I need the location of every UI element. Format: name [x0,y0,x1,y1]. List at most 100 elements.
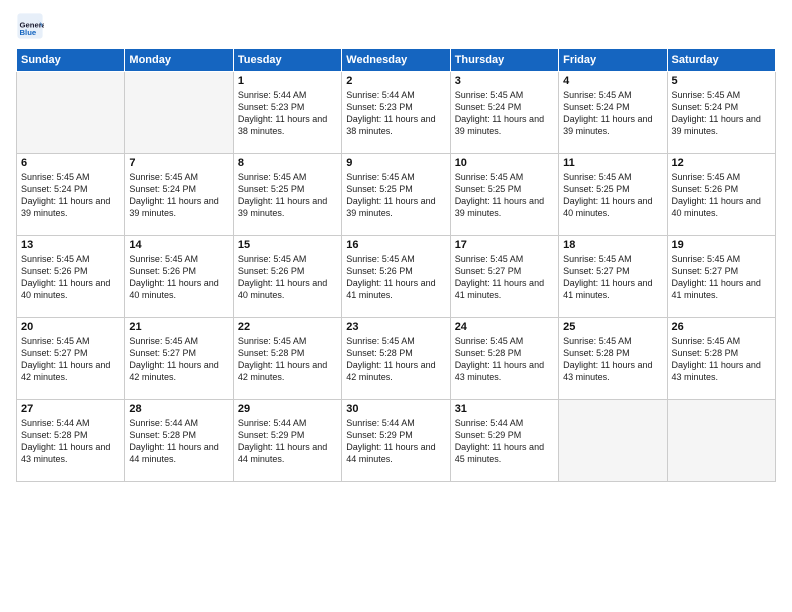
calendar-cell: 28 Sunrise: 5:44 AM Sunset: 5:28 PM Dayl… [125,400,233,482]
sunset-text: Sunset: 5:27 PM [21,347,120,359]
day-number: 6 [21,157,120,169]
sunrise-text: Sunrise: 5:45 AM [346,171,445,183]
calendar-cell: 7 Sunrise: 5:45 AM Sunset: 5:24 PM Dayli… [125,154,233,236]
daylight-text: Daylight: 11 hours and 44 minutes. [129,441,228,465]
daylight-text: Daylight: 11 hours and 40 minutes. [563,195,662,219]
daylight-text: Daylight: 11 hours and 38 minutes. [238,113,337,137]
daylight-text: Daylight: 11 hours and 39 minutes. [672,113,771,137]
calendar-cell: 25 Sunrise: 5:45 AM Sunset: 5:28 PM Dayl… [559,318,667,400]
sunrise-text: Sunrise: 5:45 AM [672,335,771,347]
sunrise-text: Sunrise: 5:45 AM [21,335,120,347]
logo: General Blue [16,12,48,40]
calendar-cell: 2 Sunrise: 5:44 AM Sunset: 5:23 PM Dayli… [342,72,450,154]
calendar-cell [559,400,667,482]
sunset-text: Sunset: 5:24 PM [21,183,120,195]
sunset-text: Sunset: 5:28 PM [672,347,771,359]
daylight-text: Daylight: 11 hours and 43 minutes. [563,359,662,383]
calendar-cell: 22 Sunrise: 5:45 AM Sunset: 5:28 PM Dayl… [233,318,341,400]
sunset-text: Sunset: 5:29 PM [346,429,445,441]
weekday-header-row: SundayMondayTuesdayWednesdayThursdayFrid… [17,49,776,72]
day-number: 16 [346,239,445,251]
calendar-cell: 8 Sunrise: 5:45 AM Sunset: 5:25 PM Dayli… [233,154,341,236]
calendar-cell: 10 Sunrise: 5:45 AM Sunset: 5:25 PM Dayl… [450,154,558,236]
sunset-text: Sunset: 5:25 PM [563,183,662,195]
sunset-text: Sunset: 5:27 PM [129,347,228,359]
day-number: 14 [129,239,228,251]
day-number: 25 [563,321,662,333]
calendar-cell: 27 Sunrise: 5:44 AM Sunset: 5:28 PM Dayl… [17,400,125,482]
sunset-text: Sunset: 5:24 PM [563,101,662,113]
sunset-text: Sunset: 5:29 PM [455,429,554,441]
sunrise-text: Sunrise: 5:44 AM [238,417,337,429]
daylight-text: Daylight: 11 hours and 38 minutes. [346,113,445,137]
sunset-text: Sunset: 5:26 PM [346,265,445,277]
calendar-cell: 31 Sunrise: 5:44 AM Sunset: 5:29 PM Dayl… [450,400,558,482]
sunrise-text: Sunrise: 5:45 AM [672,89,771,101]
day-number: 2 [346,75,445,87]
day-number: 28 [129,403,228,415]
daylight-text: Daylight: 11 hours and 40 minutes. [672,195,771,219]
daylight-text: Daylight: 11 hours and 44 minutes. [346,441,445,465]
daylight-text: Daylight: 11 hours and 42 minutes. [21,359,120,383]
day-number: 17 [455,239,554,251]
sunrise-text: Sunrise: 5:45 AM [21,171,120,183]
sunset-text: Sunset: 5:24 PM [672,101,771,113]
calendar-cell: 18 Sunrise: 5:45 AM Sunset: 5:27 PM Dayl… [559,236,667,318]
sunset-text: Sunset: 5:26 PM [21,265,120,277]
sunrise-text: Sunrise: 5:45 AM [563,253,662,265]
daylight-text: Daylight: 11 hours and 44 minutes. [238,441,337,465]
sunset-text: Sunset: 5:28 PM [238,347,337,359]
daylight-text: Daylight: 11 hours and 39 minutes. [455,113,554,137]
calendar-week-5: 27 Sunrise: 5:44 AM Sunset: 5:28 PM Dayl… [17,400,776,482]
sunrise-text: Sunrise: 5:45 AM [455,335,554,347]
daylight-text: Daylight: 11 hours and 39 minutes. [346,195,445,219]
sunset-text: Sunset: 5:26 PM [238,265,337,277]
sunrise-text: Sunrise: 5:44 AM [346,417,445,429]
calendar-week-1: 1 Sunrise: 5:44 AM Sunset: 5:23 PM Dayli… [17,72,776,154]
calendar-cell: 21 Sunrise: 5:45 AM Sunset: 5:27 PM Dayl… [125,318,233,400]
day-number: 13 [21,239,120,251]
day-number: 27 [21,403,120,415]
sunset-text: Sunset: 5:25 PM [238,183,337,195]
sunrise-text: Sunrise: 5:44 AM [346,89,445,101]
sunrise-text: Sunrise: 5:45 AM [238,171,337,183]
daylight-text: Daylight: 11 hours and 41 minutes. [455,277,554,301]
calendar-cell: 11 Sunrise: 5:45 AM Sunset: 5:25 PM Dayl… [559,154,667,236]
calendar-cell: 20 Sunrise: 5:45 AM Sunset: 5:27 PM Dayl… [17,318,125,400]
sunrise-text: Sunrise: 5:45 AM [455,89,554,101]
day-number: 26 [672,321,771,333]
sunset-text: Sunset: 5:23 PM [346,101,445,113]
calendar-cell: 24 Sunrise: 5:45 AM Sunset: 5:28 PM Dayl… [450,318,558,400]
sunrise-text: Sunrise: 5:45 AM [21,253,120,265]
weekday-header-saturday: Saturday [667,49,775,72]
sunrise-text: Sunrise: 5:45 AM [672,171,771,183]
day-number: 29 [238,403,337,415]
sunset-text: Sunset: 5:23 PM [238,101,337,113]
sunrise-text: Sunrise: 5:45 AM [563,89,662,101]
daylight-text: Daylight: 11 hours and 41 minutes. [346,277,445,301]
daylight-text: Daylight: 11 hours and 40 minutes. [21,277,120,301]
sunrise-text: Sunrise: 5:45 AM [455,253,554,265]
day-number: 10 [455,157,554,169]
calendar-cell: 4 Sunrise: 5:45 AM Sunset: 5:24 PM Dayli… [559,72,667,154]
daylight-text: Daylight: 11 hours and 42 minutes. [129,359,228,383]
sunrise-text: Sunrise: 5:44 AM [238,89,337,101]
sunset-text: Sunset: 5:28 PM [129,429,228,441]
sunset-text: Sunset: 5:25 PM [455,183,554,195]
daylight-text: Daylight: 11 hours and 43 minutes. [21,441,120,465]
day-number: 31 [455,403,554,415]
day-number: 5 [672,75,771,87]
calendar-cell: 13 Sunrise: 5:45 AM Sunset: 5:26 PM Dayl… [17,236,125,318]
calendar-cell: 6 Sunrise: 5:45 AM Sunset: 5:24 PM Dayli… [17,154,125,236]
sunset-text: Sunset: 5:26 PM [672,183,771,195]
day-number: 21 [129,321,228,333]
day-number: 15 [238,239,337,251]
sunset-text: Sunset: 5:28 PM [563,347,662,359]
calendar-cell: 15 Sunrise: 5:45 AM Sunset: 5:26 PM Dayl… [233,236,341,318]
calendar-cell [667,400,775,482]
sunset-text: Sunset: 5:24 PM [129,183,228,195]
daylight-text: Daylight: 11 hours and 43 minutes. [672,359,771,383]
sunset-text: Sunset: 5:27 PM [455,265,554,277]
daylight-text: Daylight: 11 hours and 39 minutes. [238,195,337,219]
sunrise-text: Sunrise: 5:45 AM [129,253,228,265]
